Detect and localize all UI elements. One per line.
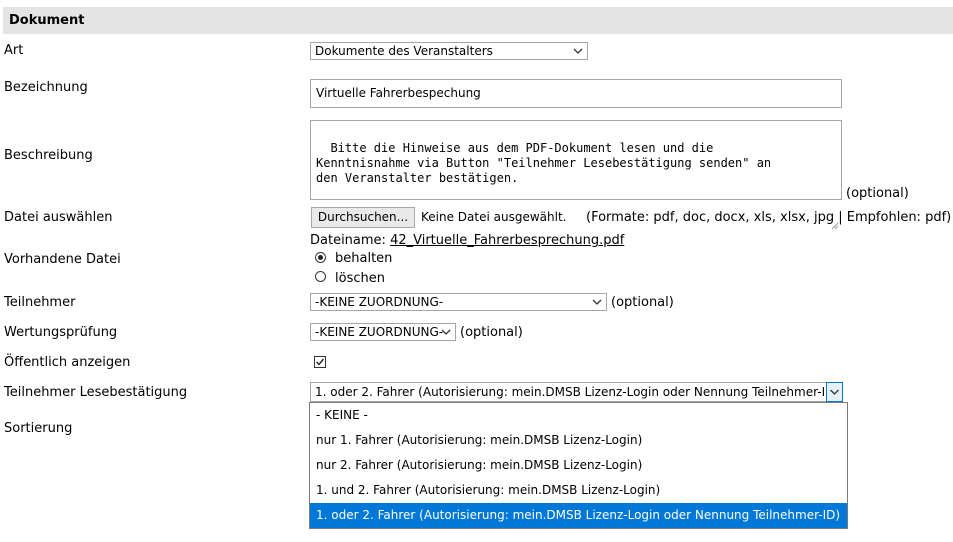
chevron-down-icon	[573, 43, 583, 59]
dropdown-option-selected[interactable]: 1. oder 2. Fahrer (Autorisierung: mein.D…	[310, 503, 847, 528]
lesebestaetigung-dropdown-list: - KEINE - nur 1. Fahrer (Autorisierung: …	[309, 402, 848, 529]
beschreibung-label: Beschreibung	[4, 148, 93, 163]
filename-line: Dateiname: 42_Virtuelle_Fahrerbesprechun…	[310, 233, 624, 248]
art-select-value: Dokumente des Veranstalters	[315, 44, 493, 58]
bezeichnung-input[interactable]: Virtuelle Fahrerbespechung	[310, 79, 842, 108]
file-status: Keine Datei ausgewählt.	[421, 210, 567, 224]
dropdown-option[interactable]: nur 1. Fahrer (Autorisierung: mein.DMSB …	[310, 428, 847, 453]
lesebestaetigung-select[interactable]: 1. oder 2. Fahrer (Autorisierung: mein.D…	[310, 382, 843, 402]
lesebestaetigung-select-value: 1. oder 2. Fahrer (Autorisierung: mein.D…	[315, 385, 840, 399]
chevron-down-icon	[592, 294, 602, 310]
wertungspruefung-select[interactable]: -KEINE ZUORDNUNG-	[310, 323, 456, 341]
dropdown-option[interactable]: nur 2. Fahrer (Autorisierung: mein.DMSB …	[310, 453, 847, 478]
vorhandene-datei-label: Vorhandene Datei	[4, 252, 121, 267]
dropdown-option[interactable]: 1. und 2. Fahrer (Autorisierung: mein.DM…	[310, 478, 847, 503]
bezeichnung-input-value: Virtuelle Fahrerbespechung	[316, 86, 481, 100]
dropdown-option[interactable]: - KEINE -	[310, 403, 847, 428]
datei-label: Datei auswählen	[4, 210, 113, 225]
teilnehmer-select-value: -KEINE ZUORDNUNG-	[315, 295, 444, 309]
radio-loeschen-label: löschen	[335, 271, 385, 286]
filename-label: Dateiname:	[310, 233, 386, 248]
section-title: Dokument	[9, 13, 85, 28]
section-header: Dokument	[3, 7, 953, 34]
oeffentlich-checkbox[interactable]	[314, 356, 326, 368]
teilnehmer-optional: (optional)	[611, 295, 674, 310]
art-select[interactable]: Dokumente des Veranstalters	[310, 42, 588, 60]
teilnehmer-label: Teilnehmer	[4, 295, 76, 310]
teilnehmer-select[interactable]: -KEINE ZUORDNUNG-	[310, 293, 607, 311]
filename-link[interactable]: 42_Virtuelle_Fahrerbesprechung.pdf	[390, 233, 624, 248]
wertungspruefung-label: Wertungsprüfung	[4, 325, 118, 340]
bezeichnung-label: Bezeichnung	[4, 80, 88, 95]
browse-button[interactable]: Durchsuchen...	[311, 207, 415, 228]
lesebestaetigung-dropdown-toggle[interactable]	[826, 382, 843, 402]
lesebestaetigung-label: Teilnehmer Lesebestätigung	[4, 385, 188, 400]
chevron-down-icon	[830, 389, 839, 395]
beschreibung-text: Bitte die Hinweise aus dem PDF-Dokument …	[316, 141, 772, 185]
beschreibung-textarea[interactable]: Bitte die Hinweise aus dem PDF-Dokument …	[310, 120, 842, 230]
radio-behalten[interactable]	[315, 252, 326, 263]
beschreibung-optional: (optional)	[846, 186, 909, 201]
resize-grip-icon[interactable]	[831, 189, 839, 230]
file-formats: (Formate: pdf, doc, docx, xls, xlsx, jpg…	[586, 210, 952, 225]
wertungspruefung-optional: (optional)	[460, 325, 523, 340]
check-icon	[316, 358, 325, 366]
wertungspruefung-select-value: -KEINE ZUORDNUNG-	[315, 325, 444, 339]
radio-loeschen[interactable]	[315, 271, 326, 282]
oeffentlich-label: Öffentlich anzeigen	[4, 355, 131, 370]
radio-behalten-label: behalten	[335, 251, 393, 266]
chevron-down-icon	[441, 324, 451, 340]
sortierung-label: Sortierung	[4, 421, 73, 436]
art-label: Art	[4, 43, 24, 58]
